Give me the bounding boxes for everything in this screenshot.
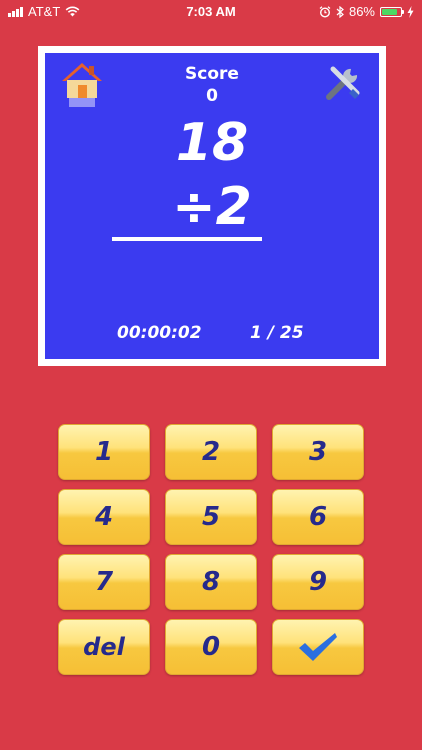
delete-button[interactable]: del — [58, 619, 150, 675]
dividend: 18 — [175, 113, 249, 173]
status-bar: AT&T 7:03 AM 86% — [0, 0, 422, 22]
battery-fill — [382, 8, 398, 15]
status-right: 86% — [319, 4, 414, 19]
charging-icon — [407, 5, 414, 18]
answer-line — [112, 237, 262, 241]
key-3[interactable]: 3 — [272, 424, 364, 480]
divisor: ÷2 — [172, 177, 252, 237]
checkmark-icon — [299, 633, 337, 661]
key-7[interactable]: 7 — [58, 554, 150, 610]
alarm-icon — [319, 5, 331, 18]
bluetooth-icon — [336, 5, 344, 18]
key-2[interactable]: 2 — [165, 424, 257, 480]
key-4[interactable]: 4 — [58, 489, 150, 545]
problem-panel: Score 0 18 ÷2 00:00:02 1 / 25 — [38, 46, 386, 366]
timer: 00:00:02 — [117, 323, 202, 343]
battery-icon — [380, 6, 404, 17]
tools-icon[interactable] — [323, 63, 363, 103]
submit-button[interactable] — [272, 619, 364, 675]
key-6[interactable]: 6 — [272, 489, 364, 545]
problem-counter: 1 / 25 — [250, 323, 304, 343]
key-9[interactable]: 9 — [272, 554, 364, 610]
key-1[interactable]: 1 — [58, 424, 150, 480]
key-8[interactable]: 8 — [165, 554, 257, 610]
key-0[interactable]: 0 — [165, 619, 257, 675]
problem-board: Score 0 18 ÷2 00:00:02 1 / 25 — [45, 53, 379, 359]
battery-percent: 86% — [348, 4, 375, 19]
key-5[interactable]: 5 — [165, 489, 257, 545]
keypad: 1 2 3 4 5 6 7 8 9 del 0 — [58, 424, 364, 675]
